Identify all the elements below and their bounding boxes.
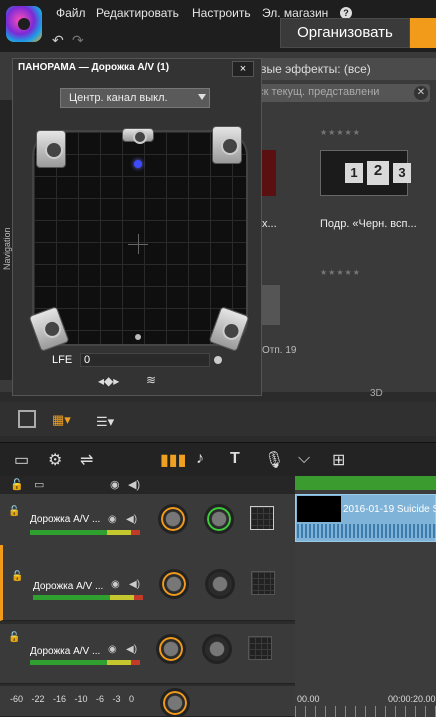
speaker-center-icon xyxy=(122,128,154,144)
lock-icon[interactable]: 🔓 xyxy=(11,571,23,582)
lock-icon[interactable]: 🔓 xyxy=(10,478,24,491)
lfe-slider-knob[interactable] xyxy=(214,356,222,364)
microphone-icon[interactable]: 🎙 xyxy=(264,450,284,470)
undo-icon[interactable]: ↶ xyxy=(52,32,64,49)
library-item-caption: х... xyxy=(262,218,277,230)
pan-knob[interactable] xyxy=(202,634,232,664)
close-icon[interactable]: × xyxy=(232,61,254,77)
timeline-toolbar xyxy=(0,442,436,476)
library-item-thumbnail[interactable] xyxy=(262,285,280,325)
next-mode-tab[interactable] xyxy=(410,18,436,48)
clip-title: 2016-01-19 Suicide S xyxy=(343,504,436,515)
timeline-time-mark: 00:00:20.00 xyxy=(388,694,436,704)
speaker-front-left-icon xyxy=(36,130,66,168)
db-scale: -60 -22 -16 -10 -6 -3 0 xyxy=(10,694,135,704)
keyframe-diamond-icon[interactable]: ◂◆▸ xyxy=(98,374,119,388)
redo-icon[interactable]: ↷ xyxy=(72,32,84,49)
eye-icon[interactable]: ◉ xyxy=(110,478,120,491)
lock-icon[interactable]: 🔓 xyxy=(8,632,20,643)
track-name[interactable]: Дорожка A/V ... xyxy=(30,514,100,525)
stack-icon[interactable] xyxy=(18,410,36,428)
pan-knob[interactable] xyxy=(205,569,235,599)
pan-position-handle[interactable] xyxy=(134,160,142,168)
chevron-down-icon[interactable] xyxy=(198,94,206,100)
transition-icon[interactable]: ⌵ xyxy=(298,450,310,468)
speaker-front-right-icon xyxy=(212,126,242,164)
pan-knob[interactable] xyxy=(204,504,234,534)
master-volume-knob[interactable] xyxy=(160,688,190,717)
grid-view-icon[interactable]: ▦▾ xyxy=(52,413,71,426)
rating-stars[interactable]: ★★★★★ xyxy=(320,128,361,137)
rating-stars[interactable]: ★★★★★ xyxy=(320,268,361,277)
eye-icon[interactable]: ◉ xyxy=(108,644,117,655)
track-name[interactable]: Дорожка A/V ... xyxy=(30,646,100,657)
dialog-title: ПАНОРАМА — Дорожка A/V (1) xyxy=(18,62,170,73)
organize-button[interactable]: Организовать xyxy=(280,18,410,48)
menu-edit[interactable]: Редактировать xyxy=(96,6,179,20)
waveform-icon[interactable]: ≋ xyxy=(146,373,156,387)
track-name[interactable]: Дорожка A/V ... xyxy=(33,581,103,592)
list-view-icon[interactable]: ☰▾ xyxy=(96,414,114,430)
audio-level-meter xyxy=(33,595,143,600)
gear-icon[interactable]: ⚙ xyxy=(48,450,62,470)
track-header[interactable]: 🔓 Дорожка A/V ... ◉ ◀) xyxy=(0,545,295,621)
library-item-caption: Отп. 19 xyxy=(262,345,297,356)
volume-knob[interactable] xyxy=(158,504,188,534)
music-note-icon[interactable]: ♪ xyxy=(196,450,204,468)
speaker-icon[interactable]: ◀) xyxy=(129,579,140,590)
clear-search-icon[interactable]: ✕ xyxy=(414,86,428,100)
menu-file[interactable]: Файл xyxy=(56,6,86,20)
volume-knob[interactable] xyxy=(159,569,189,599)
surround-pan-button[interactable] xyxy=(248,636,272,660)
navigation-label: Navigation xyxy=(2,227,12,270)
speaker-icon[interactable]: ◀) xyxy=(126,644,137,655)
library-item-caption: Подр. «Черн. всп... xyxy=(320,218,417,230)
audio-level-meter xyxy=(30,530,140,535)
split-icon[interactable]: ⇌ xyxy=(80,450,93,470)
track-header-row: 🔓 ▭ ◉ ◀) xyxy=(0,476,295,494)
speaker-icon[interactable]: ◀) xyxy=(128,478,140,491)
channel-select[interactable]: Центр. канал выкл. xyxy=(60,88,210,108)
library-item-thumbnail-countdown[interactable]: 1 2 3 xyxy=(320,150,411,196)
timeline-start-time: 00.00 xyxy=(297,694,320,704)
lfe-value: 0 xyxy=(84,354,91,366)
pan-rear-handle[interactable] xyxy=(135,334,141,340)
library-item-caption: 3D xyxy=(370,388,383,399)
speaker-icon[interactable]: ◀) xyxy=(126,514,137,525)
timeline-range-bar[interactable] xyxy=(295,476,436,490)
lfe-label: LFE xyxy=(52,354,73,366)
countdown-digit: 3 xyxy=(393,163,411,183)
countdown-digit: 1 xyxy=(345,163,363,183)
volume-knob[interactable] xyxy=(156,634,186,664)
add-track-icon[interactable]: ▭ xyxy=(34,478,44,491)
eye-icon[interactable]: ◉ xyxy=(111,579,120,590)
lock-icon[interactable]: 🔓 xyxy=(8,506,20,517)
pan-center-crosshair xyxy=(138,234,139,254)
lfe-slider[interactable] xyxy=(80,353,210,367)
app-logo-icon[interactable] xyxy=(6,6,42,42)
surround-pan-button[interactable] xyxy=(251,571,275,595)
monitor-icon[interactable]: ▭ xyxy=(14,450,29,470)
eye-icon[interactable]: ◉ xyxy=(108,514,117,525)
title-text-icon[interactable]: T xyxy=(230,450,240,468)
clip-audio-waveform xyxy=(297,524,436,538)
audio-level-meter xyxy=(30,660,140,665)
clip-thumbnail xyxy=(297,496,341,522)
menu-settings[interactable]: Настроить xyxy=(192,6,251,20)
track-header[interactable]: 🔓 Дорожка A/V ... ◉ ◀) xyxy=(0,624,295,684)
library-item-thumbnail[interactable] xyxy=(262,150,276,196)
countdown-digit: 2 xyxy=(367,161,389,185)
surround-pan-button[interactable] xyxy=(250,506,274,530)
timeline-ruler[interactable] xyxy=(295,706,436,717)
grid-icon[interactable]: ⊞ xyxy=(332,450,345,470)
audio-mixer-icon[interactable]: ▮▮▮ xyxy=(160,450,186,470)
